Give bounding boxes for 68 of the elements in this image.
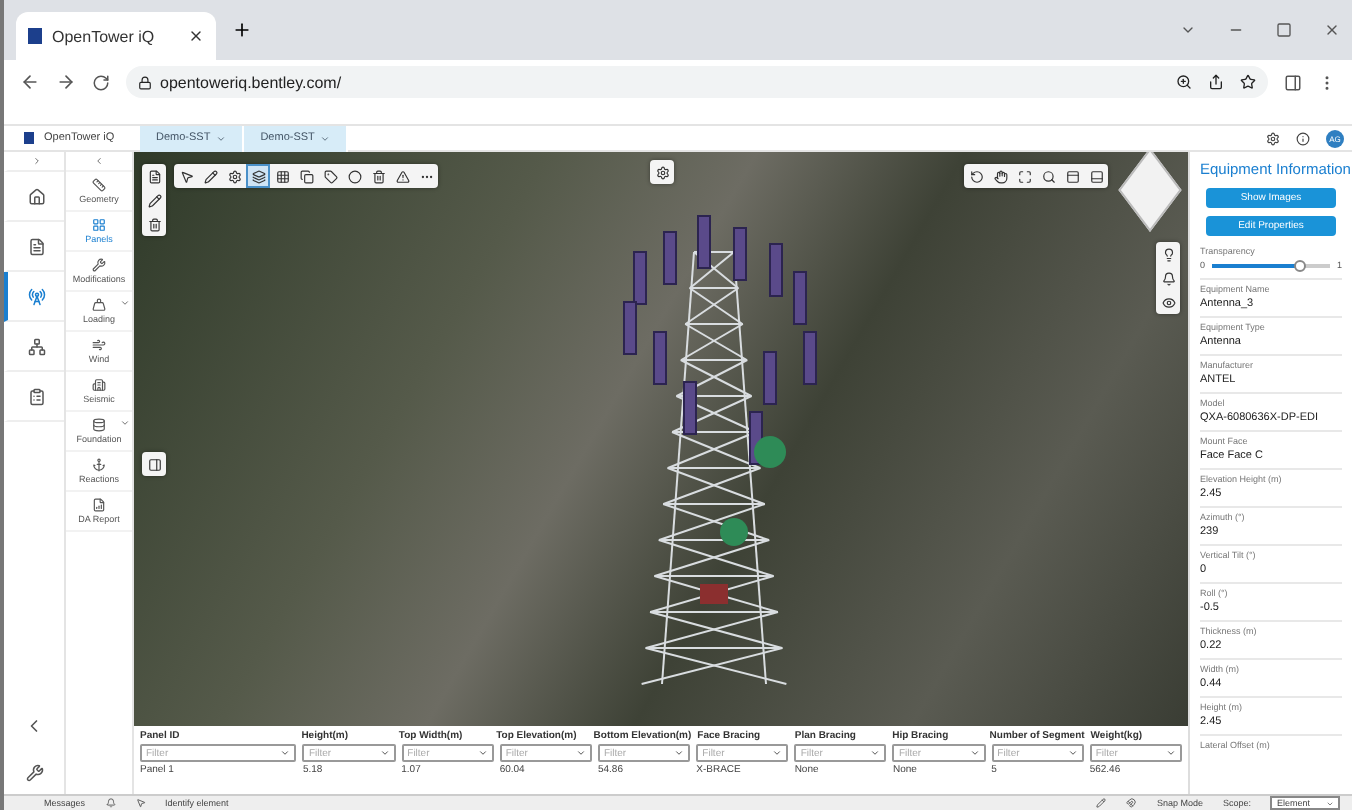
collapse-icon [94,156,104,166]
grid-icon [275,169,289,183]
ruler-icon [92,178,106,192]
wind-icon [92,338,106,352]
caret-icon [1067,748,1078,758]
info-icon [1296,131,1310,145]
home-icon [27,187,45,205]
new-tab-icon[interactable] [232,20,252,40]
forward-icon [56,72,76,92]
caret-icon [1166,748,1176,758]
tab-title: OpenTower iQ [52,27,155,45]
pencil-icon [203,169,217,183]
caret-icon [477,748,488,758]
expand-icon [31,156,41,166]
zoom-icon [1176,74,1192,90]
tools-icon [25,764,43,782]
building-icon [92,378,106,392]
maximize-icon [1276,22,1292,38]
pencil-icon [1096,797,1107,807]
star-icon [1240,74,1256,90]
network-icon [27,337,45,355]
caret-icon [280,748,291,758]
trash-icon [371,169,385,183]
pointer-icon [135,798,146,808]
side-panel-icon [1284,73,1302,91]
tag-icon [323,169,337,183]
tower-icon [27,287,45,305]
browser-tab[interactable]: OpenTower iQ [16,12,216,60]
document-icon [27,237,45,255]
cylinder-icon [92,418,106,432]
anchor-icon [92,458,106,472]
rail-button[interactable] [4,272,64,322]
caret-icon [379,748,390,758]
app-logo-icon [28,28,42,44]
back-icon [20,72,40,92]
bell-icon [105,798,116,808]
caret-icon [120,298,130,308]
report-icon [92,498,106,512]
caret-icon [772,748,783,758]
caret-icon [674,748,685,758]
close-icon[interactable] [188,28,204,44]
weight-icon [92,298,106,312]
grid-icon [92,218,106,232]
caret-icon [969,748,980,758]
warning-icon [395,169,409,183]
app-logo-icon [24,132,34,144]
copy-icon [299,169,313,183]
reload-icon [92,73,110,91]
wrench-icon [92,258,106,272]
address-bar[interactable]: opentoweriq.bentley.com/ [126,66,1268,98]
lock-icon [138,75,152,89]
caret-icon [870,748,881,758]
share-icon [1208,74,1224,90]
layers-icon [251,169,265,183]
settings-icon [1266,131,1280,145]
circle-icon [347,169,361,183]
caret-icon [216,133,227,143]
chevron-down-icon [1180,22,1196,38]
caret-icon [575,748,586,758]
slider-thumb[interactable] [1294,259,1307,271]
caret-icon [320,133,331,143]
gear-icon [227,169,241,183]
toolbar-button[interactable] [246,164,270,188]
magnet-icon [1126,798,1137,808]
caret-icon [120,418,130,428]
close-icon [1324,22,1340,38]
pointer-icon [179,169,193,183]
clipboard-icon [27,387,45,405]
